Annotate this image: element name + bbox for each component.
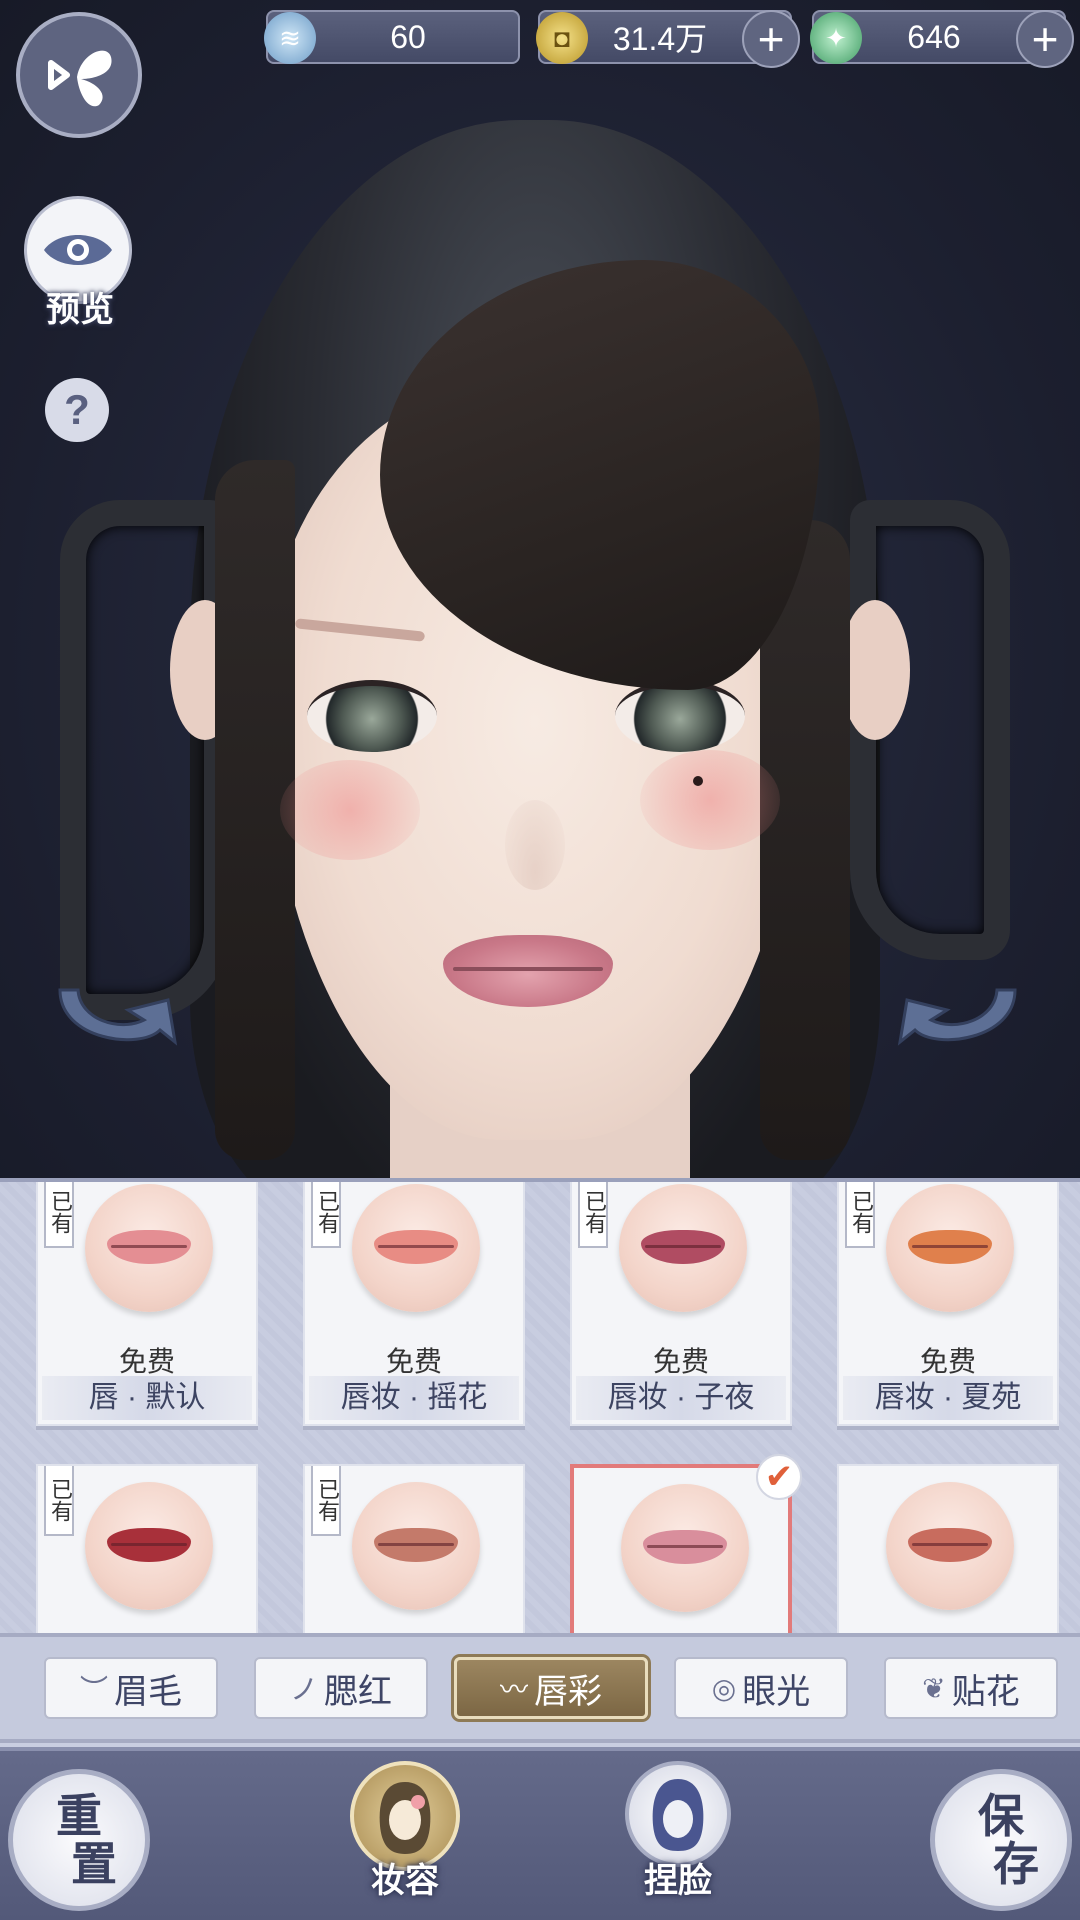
save-label-line1: 保 — [978, 1789, 1024, 1843]
eye-icon — [44, 235, 112, 265]
makeup-portrait-icon — [379, 1782, 431, 1854]
lips-icon: 〰 — [499, 1674, 528, 1705]
lip-color-swatch — [374, 1528, 458, 1562]
lip-color-swatch — [107, 1230, 191, 1264]
tab-blush[interactable]: ノ腮红 — [254, 1657, 428, 1719]
eye-light-icon: ◎ — [711, 1672, 737, 1704]
cheek-blush-left — [280, 760, 420, 860]
lip-style-card[interactable]: 已有免费 唇妆 · 夏苑 — [837, 1182, 1059, 1426]
owned-tag: 已有 — [578, 1182, 608, 1248]
tab-label: 贴花 — [951, 1672, 1020, 1711]
jade-token-icon: ✦ — [810, 12, 862, 64]
jade-coin-icon: ≋ — [264, 12, 316, 64]
makeup-panel: 已有 免费唇 · 默认 已有 免费 唇妆 · 摇花 已有 免费 唇妆 · 子夜 已有 免费 唇妆 ·… — [0, 1178, 1080, 1920]
lip-color-swatch — [374, 1230, 458, 1264]
lip-style-card[interactable] — [837, 1464, 1059, 1633]
back-button[interactable] — [16, 12, 142, 138]
hair-ribbon-left — [60, 500, 230, 1020]
decal-icon: ❦ — [922, 1672, 946, 1704]
lip-style-grid[interactable]: 已有 免费唇 · 默认 已有 免费 唇妆 · 摇花 已有 免费 唇妆 · 子夜 已有 免费 唇妆 ·… — [0, 1178, 1080, 1633]
face-sculpt-tab-button[interactable] — [625, 1761, 731, 1867]
add-gold-button[interactable]: + — [742, 10, 800, 68]
lip-preview-thumbnail — [619, 1184, 747, 1312]
lip-style-card[interactable]: 已有免费 唇妆 · 摇花 — [303, 1182, 525, 1426]
lip-preview-thumbnail — [886, 1184, 1014, 1312]
lip-style-card[interactable]: 已有免费唇 · 默认 — [36, 1182, 258, 1426]
butterfly-back-icon — [48, 50, 112, 107]
lip-style-card[interactable]: ✔ — [570, 1454, 802, 1633]
rotate-left-icon[interactable] — [50, 950, 180, 1060]
lip-style-price: 免费 — [919, 1346, 976, 1377]
character-ear-right — [840, 600, 910, 740]
face-sculpt-tab-label: 捏脸 — [644, 1861, 712, 1901]
lip-style-card[interactable]: 已有 — [36, 1464, 258, 1633]
tab-label: 眉毛 — [114, 1672, 182, 1711]
eyebrow-icon: ︶ — [79, 1674, 108, 1705]
cheek-blush-right — [640, 750, 780, 850]
lip-preview-thumbnail — [621, 1484, 749, 1612]
character-eye-left — [307, 680, 437, 752]
selected-check-icon: ✔ — [756, 1454, 802, 1500]
tab-label: 唇彩 — [534, 1672, 602, 1711]
preview-label: 预览 — [46, 291, 114, 329]
tab-label: 眼光 — [742, 1672, 811, 1711]
lip-preview-thumbnail — [85, 1482, 213, 1610]
character-nose — [505, 800, 565, 890]
lip-style-name: 唇妆 · 夏苑 — [843, 1376, 1053, 1420]
owned-tag: 已有 — [311, 1466, 341, 1536]
lip-style-name: 唇妆 · 摇花 — [309, 1376, 519, 1420]
rotate-right-icon[interactable] — [895, 950, 1025, 1060]
lip-color-swatch — [643, 1530, 727, 1564]
lip-style-price: 免费 — [652, 1346, 709, 1377]
lip-preview-thumbnail — [352, 1184, 480, 1312]
currency-jade: ≋ 60 — [264, 10, 520, 64]
lip-style-price: 免费 — [385, 1346, 442, 1377]
blush-icon: ノ — [289, 1674, 318, 1705]
lip-preview-thumbnail — [886, 1482, 1014, 1610]
lip-color-swatch — [908, 1528, 992, 1562]
character-eye-right — [615, 680, 745, 752]
owned-tag: 已有 — [845, 1182, 875, 1248]
lip-style-name: 唇 · 默认 — [42, 1376, 252, 1420]
save-label-line2: 存 — [993, 1837, 1039, 1891]
bottom-nav: 重 置 妆容 捏脸 保 存 — [0, 1747, 1080, 1920]
gold-coin-icon: ◘ — [536, 12, 588, 64]
lip-color-swatch — [107, 1528, 191, 1562]
add-token-button[interactable]: + — [1016, 10, 1074, 68]
currency-token: ✦ 646 + — [810, 10, 1074, 68]
save-button[interactable]: 保 存 — [930, 1769, 1072, 1911]
face-portrait-icon — [652, 1779, 704, 1851]
lip-preview-thumbnail — [85, 1184, 213, 1312]
lip-style-price: 免费 — [118, 1346, 175, 1377]
tab-eye-light[interactable]: ◎ 眼光 — [674, 1657, 848, 1719]
lip-preview-thumbnail — [352, 1482, 480, 1610]
owned-tag: 已有 — [311, 1182, 341, 1248]
owned-tag: 已有 — [44, 1182, 74, 1248]
owned-tag: 已有 — [44, 1466, 74, 1536]
lip-color-swatch — [908, 1230, 992, 1264]
tab-decal[interactable]: ❦ 贴花 — [884, 1657, 1058, 1719]
lip-style-name: 唇妆 · 子夜 — [576, 1376, 786, 1420]
character-mole — [693, 776, 703, 786]
tab-eyebrow[interactable]: ︶ 眉毛 — [44, 1657, 218, 1719]
lip-style-card[interactable]: 已有免费 唇妆 · 子夜 — [570, 1182, 792, 1426]
reset-button[interactable]: 重 置 — [8, 1769, 150, 1911]
tab-label: 腮红 — [324, 1672, 392, 1711]
makeup-tab-label: 妆容 — [371, 1861, 439, 1901]
character-viewport[interactable]: ≋ 60 ◘ 31.4万 + ✦ 646 + 预览 ? — [0, 0, 1080, 1178]
tab-lips[interactable]: 〰唇彩 — [454, 1657, 648, 1719]
reset-label-line2: 置 — [71, 1837, 117, 1891]
currency-gold: ◘ 31.4万 + — [536, 10, 800, 68]
reset-label-line1: 重 — [56, 1789, 102, 1843]
lip-color-swatch — [641, 1230, 725, 1264]
help-button[interactable]: ? — [45, 378, 109, 442]
lip-style-card[interactable]: 已有 — [303, 1464, 525, 1633]
makeup-category-tabs: ︶ 眉毛ノ腮红〰唇彩 ◎ 眼光 ❦ 贴花 — [0, 1633, 1080, 1743]
